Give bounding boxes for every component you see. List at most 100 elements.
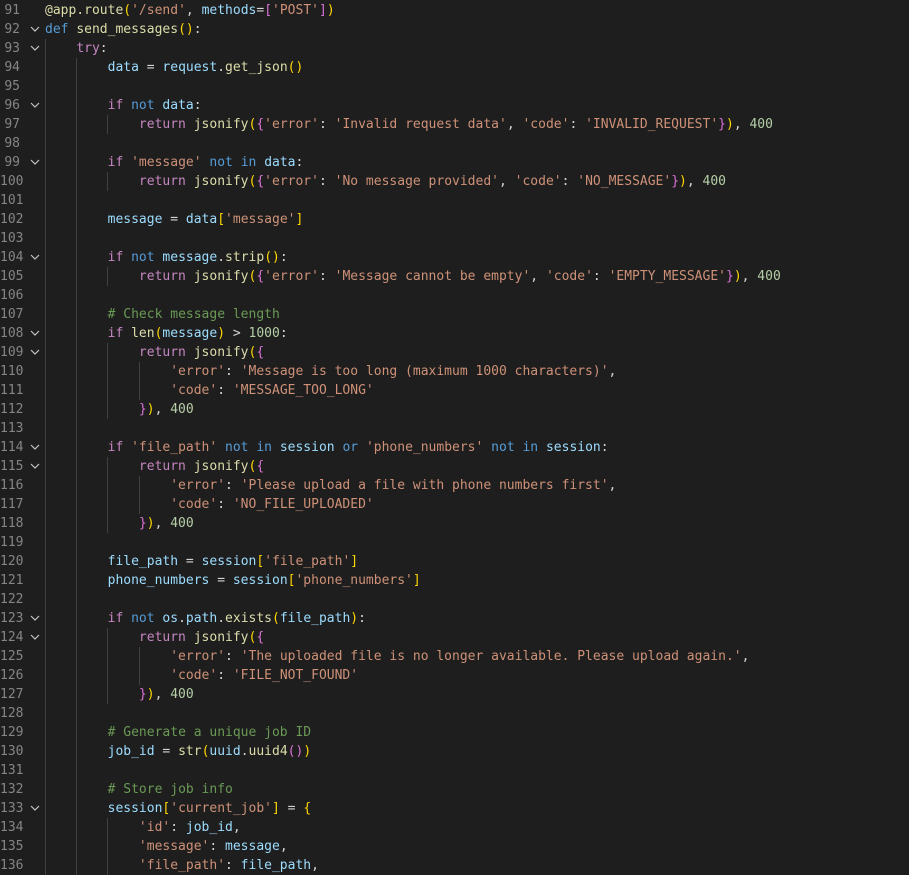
code-line[interactable]: 94 data = request.get_json(): [0, 58, 909, 77]
code-text: message = data['message']: [45, 210, 304, 229]
token-fn: jsonify: [193, 459, 249, 474]
code-line[interactable]: 135 'message': message,: [0, 837, 909, 856]
code-line[interactable]: 102 message = data['message']: [0, 210, 909, 229]
code-line[interactable]: 124 return jsonify({: [0, 628, 909, 647]
line-number: 102: [0, 212, 24, 227]
code-line[interactable]: 93 try:: [0, 39, 909, 58]
token-str: 'EMPTY_MESSAGE': [608, 269, 726, 284]
token-op: ,: [154, 516, 171, 531]
code-line[interactable]: 95: [0, 77, 909, 96]
token-p1: ): [217, 326, 226, 341]
chevron-down-icon[interactable]: [30, 248, 40, 267]
code-line[interactable]: 120 file_path = session['file_path']: [0, 552, 909, 571]
token-ctl: if: [107, 98, 124, 113]
code-line[interactable]: 99 if 'message' not in data:: [0, 153, 909, 172]
code-line[interactable]: 115 return jsonify({: [0, 457, 909, 476]
code-line[interactable]: 122: [0, 590, 909, 609]
code-line[interactable]: 131: [0, 761, 909, 780]
token-fn: strip: [225, 250, 265, 265]
token-str: 'error': [170, 364, 226, 379]
token-ctl: return: [138, 345, 186, 360]
code-line[interactable]: 129 # Generate a unique job ID: [0, 723, 909, 742]
code-line[interactable]: 112 }), 400: [0, 400, 909, 419]
token-op: [483, 440, 491, 455]
line-number: 125: [0, 649, 24, 664]
code-line[interactable]: 114 if 'file_path' not in session or 'ph…: [0, 438, 909, 457]
code-line[interactable]: 106: [0, 286, 909, 305]
token-cmt: # Store job info: [107, 782, 233, 797]
token-num: 400: [702, 174, 726, 189]
code-line[interactable]: 125 'error': 'The uploaded file is no lo…: [0, 647, 909, 666]
chevron-down-icon[interactable]: [30, 609, 40, 628]
code-line[interactable]: 117 'code': 'NO_FILE_UPLOADED': [0, 495, 909, 514]
token-p2: {: [256, 459, 265, 474]
line-number: 106: [0, 288, 24, 303]
token-var: file_path: [240, 858, 312, 873]
code-line[interactable]: 132 # Store job info: [0, 780, 909, 799]
chevron-down-icon[interactable]: [30, 153, 40, 172]
code-line[interactable]: 92 def send_messages():: [0, 20, 909, 39]
token-str: 'message': [138, 839, 210, 854]
code-editor[interactable]: 91 @app.route('/send', methods=['POST']) 9…: [0, 0, 909, 875]
chevron-down-icon[interactable]: [30, 438, 40, 457]
code-line[interactable]: 103: [0, 229, 909, 248]
code-line[interactable]: 96 if not data:: [0, 96, 909, 115]
chevron-down-icon[interactable]: [30, 20, 40, 39]
token-str: 'Message is too long (maximum 1000 chara…: [240, 364, 609, 379]
chevron-down-icon[interactable]: [30, 799, 40, 818]
chevron-down-icon[interactable]: [30, 39, 40, 58]
line-number: 94: [4, 60, 20, 75]
code-line[interactable]: 97 return jsonify({'error': 'Invalid req…: [0, 115, 909, 134]
token-op: >: [225, 326, 249, 341]
token-op: .: [217, 611, 226, 626]
token-fn: jsonify: [193, 345, 249, 360]
token-p2: {: [256, 345, 265, 360]
token-ctl: return: [138, 174, 186, 189]
code-line[interactable]: 133 session['current_job'] = {: [0, 799, 909, 818]
code-line[interactable]: 104 if not message.strip():: [0, 248, 909, 267]
code-line[interactable]: 111 'code': 'MESSAGE_TOO_LONG': [0, 381, 909, 400]
token-var: session: [201, 554, 257, 569]
token-str: 'The uploaded file is no longer availabl…: [240, 649, 742, 664]
code-line[interactable]: 108 if len(message) > 1000:: [0, 324, 909, 343]
chevron-down-icon[interactable]: [30, 628, 40, 647]
code-line[interactable]: 101: [0, 191, 909, 210]
token-p2: {: [256, 630, 265, 645]
code-line[interactable]: 126 'code': 'FILE_NOT_FOUND': [0, 666, 909, 685]
token-op: ,: [232, 820, 241, 835]
code-line[interactable]: 105 return jsonify({'error': 'Message ca…: [0, 267, 909, 286]
token-var: message: [107, 212, 163, 227]
code-line[interactable]: 123 if not os.path.exists(file_path):: [0, 609, 909, 628]
code-line[interactable]: 91 @app.route('/send', methods=['POST']): [0, 1, 909, 20]
code-line[interactable]: 107 # Check message length: [0, 305, 909, 324]
code-line[interactable]: 110 'error': 'Message is too long (maxim…: [0, 362, 909, 381]
code-line[interactable]: 128: [0, 704, 909, 723]
code-line[interactable]: 136 'file_path': file_path,: [0, 856, 909, 875]
code-line[interactable]: 98: [0, 134, 909, 153]
code-line[interactable]: 134 'id': job_id,: [0, 818, 909, 837]
token-op: =: [138, 60, 163, 75]
code-line[interactable]: 130 job_id = str(uuid.uuid4()): [0, 742, 909, 761]
token-p1: (): [264, 250, 280, 265]
code-line[interactable]: 116 'error': 'Please upload a file with …: [0, 476, 909, 495]
code-line[interactable]: 100 return jsonify({'error': 'No message…: [0, 172, 909, 191]
chevron-down-icon[interactable]: [30, 96, 40, 115]
code-line[interactable]: 113: [0, 419, 909, 438]
token-op: ,: [185, 3, 202, 18]
code-line[interactable]: 127 }), 400: [0, 685, 909, 704]
code-line[interactable]: 119: [0, 533, 909, 552]
code-line[interactable]: 109 return jsonify({: [0, 343, 909, 362]
chevron-down-icon[interactable]: [30, 343, 40, 362]
code-text: @app.route('/send', methods=['POST']): [45, 1, 335, 20]
token-var: methods: [201, 3, 257, 18]
token-str: '/send': [131, 3, 186, 18]
token-var: job_id: [185, 820, 233, 835]
code-text: if not os.path.exists(file_path):: [45, 609, 366, 628]
token-op: [123, 155, 131, 170]
code-line[interactable]: 118 }), 400: [0, 514, 909, 533]
chevron-down-icon[interactable]: [30, 324, 40, 343]
code-line[interactable]: 121 phone_numbers = session['phone_numbe…: [0, 571, 909, 590]
token-op: :: [193, 22, 202, 37]
code-text: 'file_path': file_path,: [45, 856, 319, 875]
chevron-down-icon[interactable]: [30, 457, 40, 476]
